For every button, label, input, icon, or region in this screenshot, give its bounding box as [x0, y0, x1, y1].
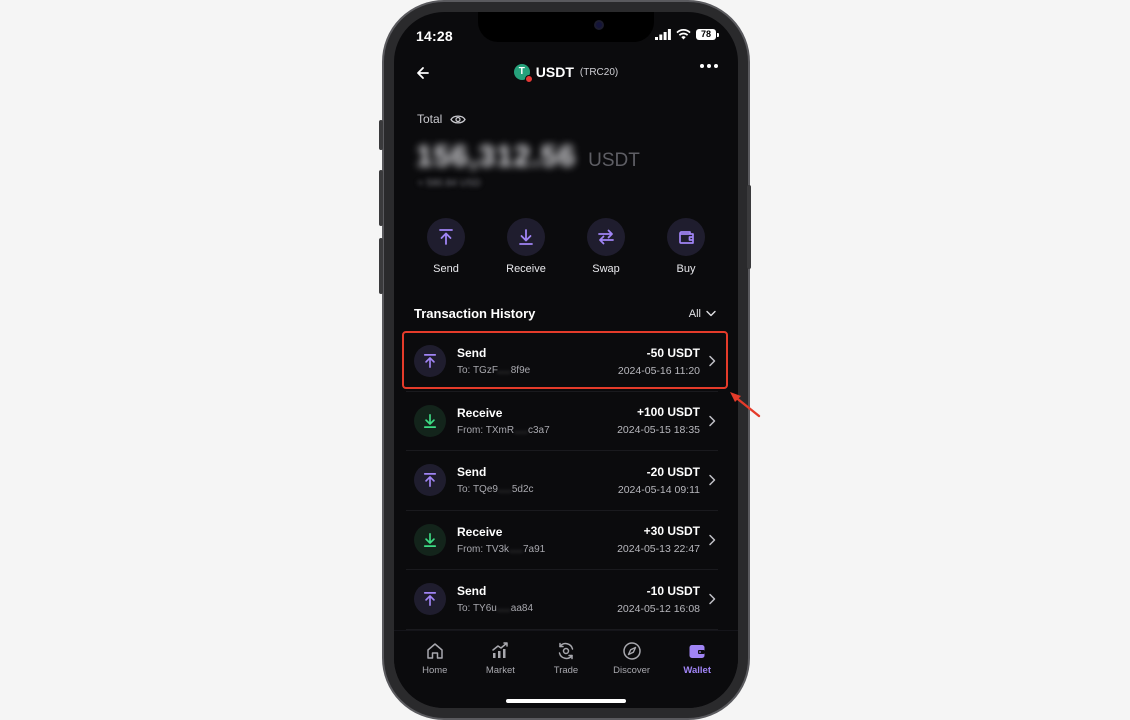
- tx-type: Send: [457, 584, 487, 599]
- receive-action-label: Receive: [506, 263, 546, 275]
- chevron-right-icon: [709, 415, 716, 426]
- chevron-right-icon: [709, 474, 716, 486]
- swap-arrows-icon: [598, 229, 614, 245]
- bottom-tab-bar: Home Market Trade Discover Wallet: [394, 630, 738, 708]
- page-title-group: T USDT (TRC20): [394, 64, 738, 83]
- swap-action-button[interactable]: Swap: [566, 218, 646, 275]
- receive-action-button[interactable]: Receive: [486, 218, 566, 275]
- swap-action-circle: [587, 218, 625, 256]
- tx-amount: -10 USDT: [646, 583, 700, 598]
- arrow-up-to-line-icon: [423, 473, 437, 488]
- trade-icon: [558, 642, 574, 660]
- tx-date: 2024-05-14 09:11: [617, 483, 700, 496]
- tx-type: Receive: [457, 524, 503, 539]
- top-nav: T USDT (TRC20): [394, 60, 738, 88]
- arrow-down-to-line-icon: [519, 229, 533, 245]
- arrow-down-to-line-icon: [423, 413, 437, 428]
- notch: [478, 12, 654, 42]
- network-label: (TRC20): [579, 66, 619, 78]
- transaction-row[interactable]: Receive From: TXmR.....c3a7 +100 USDT 20…: [406, 392, 718, 451]
- tx-date: 2024-05-13 22:47: [617, 543, 700, 556]
- send-action-circle: [427, 218, 465, 256]
- arrow-up-to-line-icon: [439, 229, 453, 245]
- tab-trade[interactable]: Trade: [536, 641, 596, 676]
- chevron-down-icon: [706, 310, 716, 317]
- receive-tx-icon-circle: [414, 404, 446, 437]
- phone-mute-switch: [379, 120, 383, 150]
- page-title: USDT: [535, 64, 574, 80]
- tab-discover[interactable]: Discover: [602, 641, 662, 676]
- tab-discover-label: Discover: [613, 665, 651, 676]
- chevron-right-icon: [709, 534, 716, 545]
- highlighted-transaction-outline: [402, 331, 728, 389]
- usdt-token-icon: T: [513, 64, 533, 83]
- tx-amount: -20 USDT: [646, 464, 700, 479]
- home-indicator: [506, 699, 626, 703]
- tx-type: Send: [457, 465, 487, 480]
- send-tx-icon-circle: [414, 464, 446, 497]
- transaction-history-header: Transaction History All: [414, 306, 716, 321]
- tx-date: 2024-05-15 18:35: [617, 424, 700, 437]
- tx-amount: +100 USDT: [636, 405, 700, 420]
- tx-address: From: TXmR.....c3a7: [457, 424, 550, 436]
- tx-address: To: TQe9.....5d2c: [457, 484, 534, 496]
- balance-row: 156,312.56 USDT: [416, 140, 640, 174]
- home-icon: [427, 643, 443, 659]
- section-title: Transaction History: [414, 306, 536, 321]
- tab-wallet[interactable]: Wallet: [667, 641, 727, 676]
- wallet-icon: [689, 645, 705, 658]
- pointer-arrow-icon: [730, 392, 761, 418]
- buy-action-label: Buy: [676, 263, 696, 275]
- tx-address: To: TY6u.....aa84: [457, 603, 534, 615]
- status-icons: 78: [655, 29, 719, 40]
- balance-unit: USDT: [588, 150, 640, 171]
- buy-action-button[interactable]: Buy: [646, 218, 726, 275]
- transaction-row[interactable]: Send To: TQe9.....5d2c -20 USDT 2024-05-…: [406, 451, 718, 511]
- tab-home[interactable]: Home: [405, 641, 465, 676]
- tron-network-badge-icon: [524, 75, 533, 83]
- receive-tx-icon-circle: [414, 523, 446, 556]
- phone-volume-down: [379, 238, 383, 294]
- signal-icon: [655, 29, 671, 40]
- filter-dropdown[interactable]: All: [689, 308, 716, 320]
- phone-power-button: [747, 185, 751, 269]
- market-chart-icon: [492, 642, 509, 658]
- send-action-label: Send: [433, 263, 459, 275]
- tx-type: Receive: [457, 405, 503, 420]
- chevron-right-icon: [709, 593, 716, 605]
- eye-icon[interactable]: [450, 114, 467, 125]
- filter-label: All: [688, 307, 701, 320]
- buy-action-circle: [667, 218, 705, 256]
- more-options-icon[interactable]: [700, 64, 718, 68]
- wifi-icon: [676, 29, 691, 40]
- transaction-row[interactable]: Receive From: TV3k.....7a91 +30 USDT 202…: [406, 511, 718, 570]
- tab-wallet-label: Wallet: [683, 665, 711, 676]
- status-time: 14:28: [416, 28, 453, 44]
- tx-address: From: TV3k.....7a91: [457, 543, 546, 555]
- phone-volume-up: [379, 170, 383, 226]
- tx-amount: +30 USDT: [643, 524, 700, 539]
- tx-date: 2024-05-12 16:08: [617, 602, 700, 615]
- transaction-row[interactable]: Send To: TY6u.....aa84 -10 USDT 2024-05-…: [406, 570, 718, 630]
- arrow-down-to-line-icon: [423, 532, 437, 547]
- send-tx-icon-circle: [414, 583, 446, 616]
- battery-indicator: 78: [696, 29, 719, 40]
- stage: 14:28 78 T USDT (TRC20) Total 156,312.56…: [0, 0, 1130, 720]
- quick-actions: Send Receive Swap Buy: [406, 218, 726, 275]
- balance-amount: 156,312.56: [416, 140, 577, 173]
- total-row: Total: [417, 112, 467, 126]
- fiat-value: ≈ 580.84 USD: [418, 178, 481, 189]
- tab-market[interactable]: Market: [470, 641, 530, 676]
- receive-action-circle: [507, 218, 545, 256]
- tab-home-label: Home: [422, 665, 448, 676]
- send-action-button[interactable]: Send: [406, 218, 486, 275]
- wallet-card-icon: [678, 231, 694, 244]
- compass-icon: [622, 642, 641, 660]
- swap-action-label: Swap: [592, 263, 620, 275]
- front-camera: [594, 20, 604, 30]
- tab-trade-label: Trade: [553, 665, 579, 676]
- total-label: Total: [417, 112, 443, 126]
- tab-market-label: Market: [485, 665, 515, 676]
- arrow-up-to-line-icon: [423, 592, 437, 607]
